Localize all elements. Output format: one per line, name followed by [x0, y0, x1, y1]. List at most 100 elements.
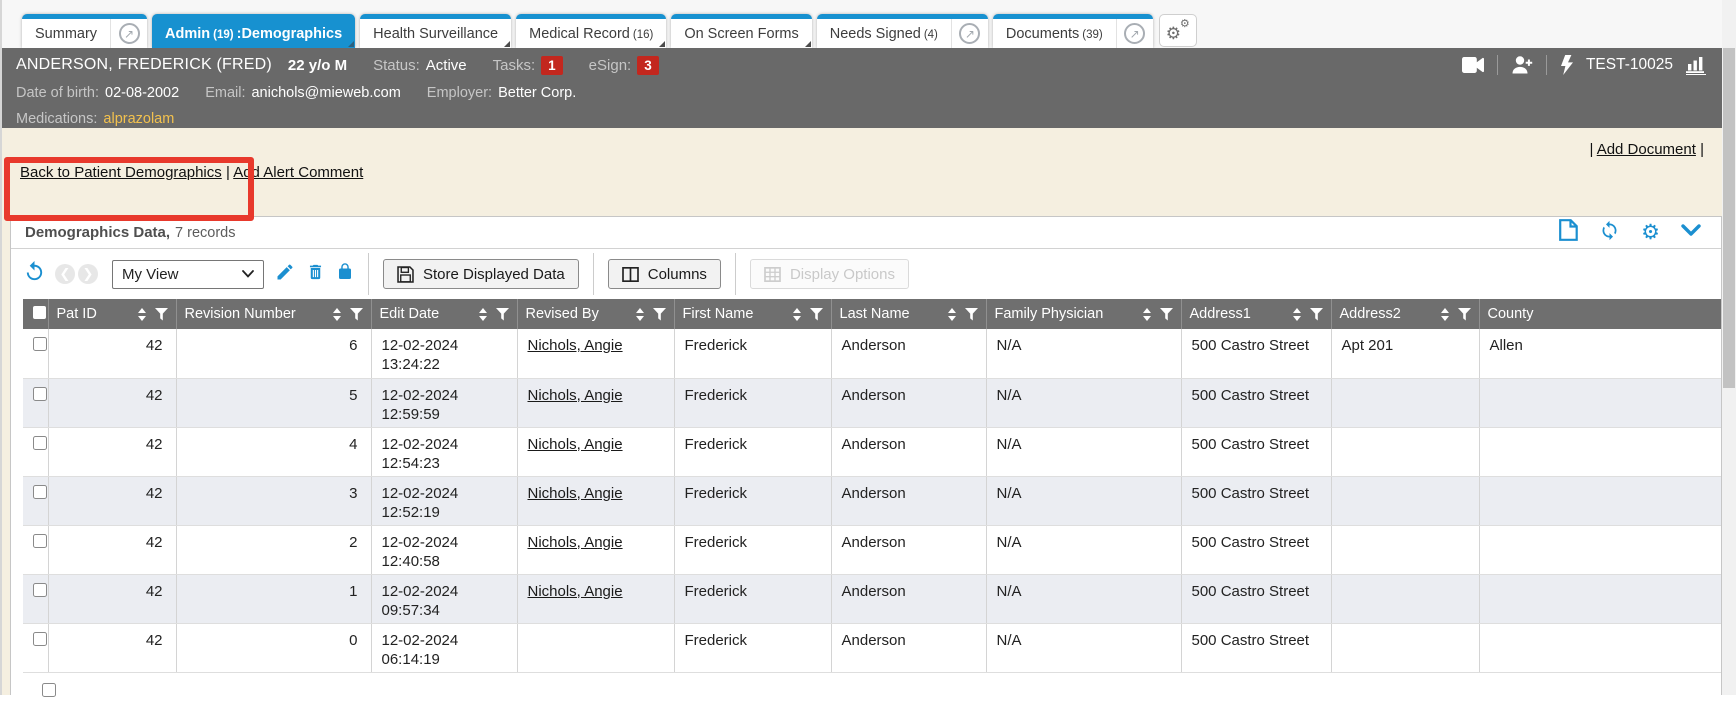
tab-label[interactable]: Summary: [22, 19, 110, 48]
tab-admin[interactable]: Admin(19):Demographics: [152, 14, 355, 48]
flowsheet-chart-icon[interactable]: [1686, 56, 1706, 75]
filter-icon[interactable]: [653, 308, 666, 321]
delete-view-trash-icon[interactable]: [306, 262, 325, 287]
col-header-revision[interactable]: Revision Number: [176, 299, 371, 329]
filter-icon[interactable]: [496, 308, 509, 321]
tab-on-screen-forms[interactable]: On Screen Forms: [671, 14, 811, 48]
tab-label[interactable]: On Screen Forms: [671, 19, 811, 48]
sort-icon[interactable]: [333, 308, 341, 321]
col-header-address2[interactable]: Address2: [1331, 299, 1479, 329]
columns-button[interactable]: Columns: [608, 259, 721, 289]
add-document-link[interactable]: Add Document: [1597, 141, 1696, 158]
view-select[interactable]: My View: [112, 260, 264, 289]
sort-icon[interactable]: [479, 308, 487, 321]
filter-icon[interactable]: [1458, 308, 1471, 321]
medications-value[interactable]: alprazolam: [103, 111, 174, 127]
col-header-county[interactable]: County: [1479, 299, 1721, 329]
tab-health-surveillance[interactable]: Health Surveillance: [360, 14, 511, 48]
store-displayed-data-button[interactable]: Store Displayed Data: [383, 259, 579, 289]
col-header-pat_id[interactable]: Pat ID: [48, 299, 176, 329]
col-header-family_physician[interactable]: Family Physician: [986, 299, 1181, 329]
row-checkbox[interactable]: [33, 485, 47, 499]
sort-icon[interactable]: [948, 308, 956, 321]
tab-label[interactable]: Medical Record(16): [516, 19, 666, 48]
tab-medical-record[interactable]: Medical Record(16): [516, 14, 666, 48]
video-camera-icon[interactable]: [1462, 57, 1484, 73]
row-checkbox[interactable]: [33, 337, 47, 351]
grid-toolbar: ❮ ❯ My View Store Displayed Data Columns: [11, 249, 1721, 299]
sort-icon[interactable]: [636, 308, 644, 321]
next-view-button[interactable]: ❯: [78, 264, 98, 284]
open-in-new-icon[interactable]: ↗: [1116, 19, 1153, 48]
lightning-icon[interactable]: [1560, 55, 1573, 75]
col-header-address1[interactable]: Address1: [1181, 299, 1331, 329]
filter-icon[interactable]: [1310, 308, 1323, 321]
sort-icon[interactable]: [1143, 308, 1151, 321]
add-person-icon[interactable]: [1511, 56, 1533, 74]
add-alert-comment-link[interactable]: Add Alert Comment: [233, 164, 363, 181]
scrollbar-thumb[interactable]: [1723, 48, 1735, 388]
back-to-demographics-link[interactable]: Back to Patient Demographics: [20, 164, 222, 181]
sort-icon[interactable]: [1441, 308, 1449, 321]
filter-icon[interactable]: [810, 308, 823, 321]
undo-icon[interactable]: [23, 260, 46, 288]
row-checkbox[interactable]: [33, 632, 47, 646]
settings-gear-icon[interactable]: ⚙: [1641, 223, 1660, 243]
row-checkbox[interactable]: [33, 583, 47, 597]
revised-by-link[interactable]: Nichols, Angie: [528, 337, 623, 354]
cell-revised_by: Nichols, Angie: [517, 427, 674, 476]
col-header-first_name[interactable]: First Name: [674, 299, 831, 329]
new-document-icon[interactable]: [1559, 219, 1578, 246]
cell-county: [1479, 476, 1721, 525]
tab-label[interactable]: Admin(19):Demographics: [152, 19, 355, 48]
filter-icon[interactable]: [1160, 308, 1173, 321]
filter-icon[interactable]: [350, 308, 363, 321]
col-header-edit_date[interactable]: Edit Date: [371, 299, 517, 329]
sort-icon[interactable]: [793, 308, 801, 321]
cell-county: Allen: [1479, 329, 1721, 378]
revised-by-link[interactable]: Nichols, Angie: [528, 583, 623, 600]
collapse-chevron-icon[interactable]: [1681, 224, 1701, 242]
prev-view-button[interactable]: ❮: [55, 264, 75, 284]
tab-summary[interactable]: Summary↗: [22, 14, 147, 48]
sort-icon[interactable]: [1293, 308, 1301, 321]
view-select-value: My View: [122, 266, 178, 283]
edit-view-pencil-icon[interactable]: [275, 262, 295, 287]
alert-links-line: Back to Patient Demographics | Add Alert…: [20, 164, 363, 181]
cell-address1: 500 Castro Street: [1181, 378, 1331, 427]
refresh-icon[interactable]: [1599, 220, 1620, 246]
esign-badge[interactable]: 3: [637, 56, 659, 75]
select-all-checkbox[interactable]: [33, 306, 46, 319]
table-row: 42612-02-202413:24:22Nichols, AngieFrede…: [23, 329, 1721, 378]
cell-address2: [1331, 574, 1479, 623]
tab-label[interactable]: Health Surveillance: [360, 19, 511, 48]
filter-icon[interactable]: [155, 308, 168, 321]
columns-icon: [622, 267, 639, 282]
col-label: Address2: [1340, 306, 1401, 322]
revised-by-link[interactable]: Nichols, Angie: [528, 436, 623, 453]
panel-title: Demographics Data,: [25, 224, 170, 241]
filter-icon[interactable]: [965, 308, 978, 321]
tab-label[interactable]: Needs Signed(4): [817, 19, 951, 48]
tab-needs-signed[interactable]: Needs Signed(4)↗: [817, 14, 988, 48]
col-header-revised_by[interactable]: Revised By: [517, 299, 674, 329]
chart-settings-button[interactable]: ⚙⚙: [1159, 14, 1197, 47]
revised-by-link[interactable]: Nichols, Angie: [528, 387, 623, 404]
col-header-last_name[interactable]: Last Name: [831, 299, 986, 329]
row-checkbox[interactable]: [33, 436, 47, 450]
row-checkbox[interactable]: [42, 683, 56, 697]
row-checkbox[interactable]: [33, 534, 47, 548]
tab-label[interactable]: Documents(39): [993, 19, 1116, 48]
cell-revised_by: [517, 623, 674, 672]
revised-by-link[interactable]: Nichols, Angie: [528, 534, 623, 551]
revised-by-link[interactable]: Nichols, Angie: [528, 485, 623, 502]
tasks-badge[interactable]: 1: [541, 56, 563, 75]
col-label: County: [1488, 306, 1534, 322]
sort-icon[interactable]: [138, 308, 146, 321]
tab-documents[interactable]: Documents(39)↗: [993, 14, 1153, 48]
lock-view-icon[interactable]: [336, 261, 354, 287]
vertical-scrollbar[interactable]: [1722, 0, 1736, 695]
open-in-new-icon[interactable]: ↗: [110, 19, 147, 48]
open-in-new-icon[interactable]: ↗: [951, 19, 988, 48]
row-checkbox[interactable]: [33, 387, 47, 401]
